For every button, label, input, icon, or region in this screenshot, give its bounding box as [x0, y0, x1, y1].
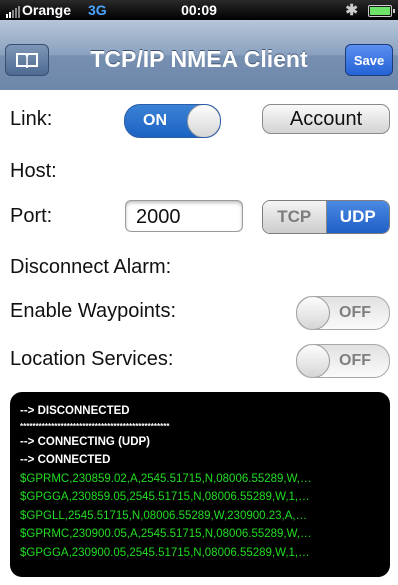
waypoints-label: Enable Waypoints: [10, 300, 177, 322]
console-line: $GPGGA,230900.05,2545.51715,N,08006.5528… [20, 546, 310, 559]
save-button[interactable]: Save [345, 44, 393, 76]
location-services-toggle[interactable]: OFF [296, 344, 390, 378]
toggle-knob [297, 345, 330, 377]
console-line: $GPGGA,230859.05,2545.51715,N,08006.5528… [20, 491, 310, 503]
console-line: --> CONNECTED [20, 454, 111, 466]
link-toggle-text: ON [143, 112, 167, 129]
location-services-label: Location Services: [10, 348, 174, 370]
protocol-tcp-segment[interactable]: TCP [263, 201, 327, 233]
toggle-knob [297, 297, 330, 329]
console-log[interactable]: --> DISCONNECTED ***********************… [10, 392, 390, 577]
host-label: Host: [10, 160, 57, 182]
port-input[interactable]: 2000 [125, 200, 243, 232]
link-label: Link: [10, 108, 53, 130]
account-button[interactable]: Account [262, 104, 390, 134]
page-title: TCP/IP NMEA Client [90, 46, 308, 72]
console-line: $GPRMC,230900.05,A,2545.51715,N,08006.55… [20, 528, 312, 540]
status-time: 00:09 [181, 2, 217, 18]
disconnect-alarm-label: Disconnect Alarm: [10, 256, 172, 278]
battery-icon [368, 5, 395, 17]
location-toggle-text: OFF [339, 352, 371, 369]
protocol-udp-segment[interactable]: UDP [326, 201, 389, 233]
settings-form: Link: ON Account Host: Port: 2000 TCP UD… [0, 90, 398, 585]
port-label: Port: [10, 205, 53, 227]
console-line: $GPRMC,230859.02,A,2545.51715,N,08006.55… [20, 472, 312, 485]
waypoints-toggle-text: OFF [339, 304, 371, 321]
bluetooth-icon: ✱ [345, 2, 358, 19]
console-line: ****************************************… [20, 421, 170, 431]
navigation-bar: TCP/IP NMEA Client Save [0, 20, 398, 91]
waypoints-toggle[interactable]: OFF [296, 296, 390, 330]
status-bar: Orange 3G 00:09 ✱ [0, 0, 398, 20]
console-line: --> DISCONNECTED [20, 405, 130, 417]
console-line: $GPGLL,2545.51715,N,08006.55289,W,230900… [20, 509, 308, 522]
console-line: --> CONNECTING (UDP) [20, 435, 151, 448]
toggle-knob [187, 105, 220, 137]
protocol-segmented-control[interactable]: TCP UDP [262, 200, 390, 234]
link-toggle[interactable]: ON [124, 104, 221, 138]
